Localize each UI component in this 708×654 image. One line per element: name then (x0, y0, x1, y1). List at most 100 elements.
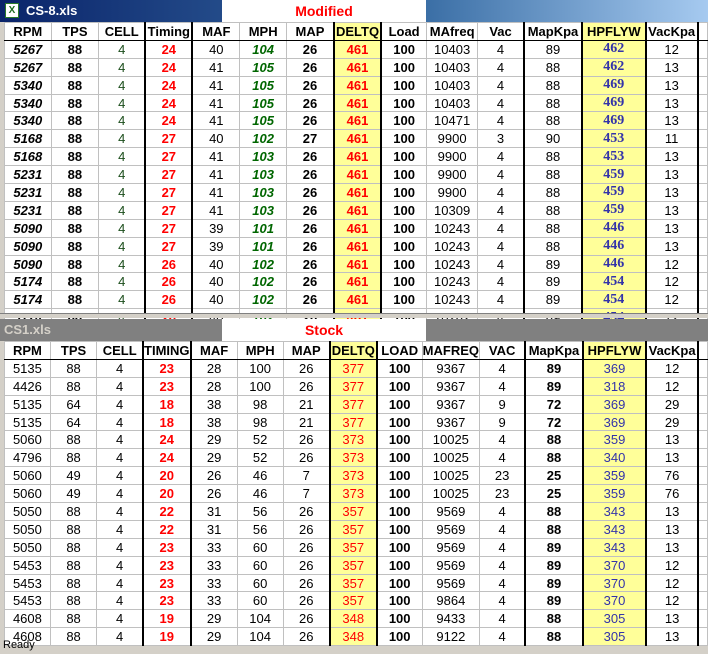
cell-cell[interactable]: 4 (96, 358, 144, 378)
cell-rpm[interactable]: 5231 (4, 183, 52, 202)
cell-map[interactable]: 26 (282, 537, 331, 557)
cell-load[interactable]: 100 (380, 272, 428, 292)
column-header-vackpa[interactable]: VacKpa (644, 22, 699, 41)
cell-mapkpa[interactable]: 88 (524, 448, 584, 468)
cell-maf[interactable]: 40 (191, 39, 241, 59)
cell-hpflyw[interactable]: 462 (580, 39, 647, 59)
cell-rpm[interactable]: 5168 (4, 129, 52, 149)
cell-mapkpa[interactable]: 88 (523, 200, 583, 220)
cell-vac[interactable]: 4 (479, 573, 526, 593)
column-header-map[interactable]: MAP (285, 22, 335, 41)
cell-rpm[interactable]: 5453 (4, 591, 51, 611)
cell-deltq[interactable]: 461 (333, 200, 382, 220)
cell-deltq[interactable]: 461 (333, 39, 382, 59)
cell-tps[interactable]: 88 (50, 111, 100, 131)
column-header-rpm[interactable]: RPM (4, 22, 52, 41)
cell-mph[interactable]: 101 (239, 218, 287, 238)
empty-cell[interactable] (696, 165, 708, 185)
cell-tps[interactable]: 88 (50, 165, 100, 185)
empty-cell[interactable] (696, 290, 708, 310)
cell-rpm[interactable]: 5050 (4, 519, 51, 539)
cell-map[interactable]: 26 (282, 609, 331, 629)
cell-tps[interactable]: 88 (49, 591, 98, 611)
cell-deltq[interactable]: 461 (333, 147, 382, 167)
cell-tps[interactable]: 88 (50, 75, 100, 95)
cell-map[interactable]: 26 (285, 111, 335, 131)
cell-hpflyw[interactable]: 446 (580, 254, 647, 274)
cell-load[interactable]: 100 (375, 573, 423, 593)
cell-cell[interactable]: 4 (98, 218, 146, 238)
cell-timing[interactable]: 26 (144, 254, 193, 274)
cell-mapkpa[interactable]: 88 (524, 519, 584, 539)
cell-deltq[interactable]: 357 (328, 573, 378, 593)
cell-deltq[interactable]: 461 (333, 218, 382, 238)
cell-hpflyw[interactable]: 453 (580, 129, 647, 149)
cell-mapkpa[interactable]: 88 (523, 75, 583, 95)
cell-timing[interactable]: 24 (144, 93, 193, 113)
cell-hpflyw[interactable]: 446 (580, 218, 647, 238)
empty-cell[interactable] (696, 22, 708, 41)
cell-load[interactable]: 100 (375, 412, 423, 432)
cell-map[interactable]: 26 (285, 147, 335, 167)
cell-mapkpa[interactable]: 88 (523, 236, 583, 256)
cell-mafreq[interactable]: 10025 (421, 466, 481, 486)
cell-hpflyw[interactable]: 462 (580, 57, 647, 77)
cell-load[interactable]: 100 (375, 609, 423, 629)
cell-maf[interactable]: 29 (189, 430, 238, 450)
cell-map[interactable]: 26 (282, 430, 331, 450)
cell-deltq[interactable]: 357 (328, 502, 378, 521)
cell-timing[interactable]: 26 (144, 290, 193, 310)
cell-hpflyw[interactable]: 446 (580, 236, 647, 256)
cell-maf[interactable]: 38 (189, 394, 238, 414)
cell-maf[interactable]: 26 (189, 484, 238, 504)
cell-mapkpa[interactable]: 89 (523, 254, 583, 274)
cell-hpflyw[interactable]: 469 (580, 93, 647, 113)
cell-mapkpa[interactable]: 88 (523, 111, 583, 131)
cell-map[interactable]: 26 (282, 555, 331, 575)
title-bar[interactable]: X CS-8.xls Modified (0, 0, 708, 22)
cell-mph[interactable]: 104 (236, 609, 284, 629)
cell-load[interactable]: 100 (380, 39, 428, 59)
cell-tps[interactable]: 64 (49, 412, 98, 432)
cell-mph[interactable]: 52 (236, 430, 284, 450)
cell-mafreq[interactable]: 9569 (421, 502, 481, 521)
cell-vac[interactable]: 4 (477, 200, 525, 220)
cell-cell[interactable]: 4 (96, 466, 144, 486)
cell-cell[interactable]: 4 (96, 430, 144, 450)
cell-hpflyw[interactable]: 369 (581, 358, 647, 378)
cell-vac[interactable]: 4 (477, 254, 525, 274)
cell-vac[interactable]: 4 (479, 609, 526, 629)
cell-hpflyw[interactable]: 369 (581, 412, 647, 432)
cell-vackpa[interactable]: 12 (645, 358, 699, 378)
cell-timing[interactable]: 27 (144, 129, 193, 149)
cell-map[interactable]: 26 (285, 165, 335, 185)
cell-map[interactable]: 21 (282, 412, 331, 432)
cell-mph[interactable]: 100 (236, 358, 284, 378)
cell-vac[interactable]: 4 (479, 430, 526, 450)
cell-load[interactable]: 100 (380, 111, 428, 131)
cell-deltq[interactable]: 461 (333, 165, 382, 185)
cell-mapkpa[interactable]: 72 (524, 412, 584, 432)
cell-timing[interactable]: 27 (144, 236, 193, 256)
cell-mph[interactable]: 103 (239, 165, 287, 185)
cell-maf[interactable]: 39 (191, 218, 241, 238)
cell-mph[interactable]: 105 (239, 57, 287, 77)
cell-maf[interactable]: 41 (191, 93, 241, 113)
cell-cell[interactable]: 4 (96, 484, 144, 504)
cell-cell[interactable]: 4 (98, 165, 146, 185)
cell-mph[interactable]: 102 (239, 290, 287, 310)
cell-rpm[interactable]: 4796 (4, 448, 51, 468)
cell-maf[interactable]: 29 (189, 609, 238, 629)
empty-cell[interactable] (696, 519, 708, 539)
cell-timing[interactable]: 27 (144, 218, 193, 238)
cell-map[interactable]: 26 (282, 358, 331, 378)
column-header-maf[interactable]: MAF (189, 341, 238, 360)
column-header-mph[interactable]: MPH (239, 22, 287, 41)
cell-vac[interactable]: 4 (479, 591, 526, 611)
cell-rpm[interactable]: 5267 (4, 57, 52, 77)
cell-hpflyw[interactable]: 469 (580, 75, 647, 95)
cell-timing[interactable]: 24 (142, 448, 192, 468)
cell-timing[interactable]: 23 (142, 537, 192, 557)
cell-hpflyw[interactable]: 318 (581, 376, 647, 396)
cell-cell[interactable]: 4 (96, 448, 144, 468)
